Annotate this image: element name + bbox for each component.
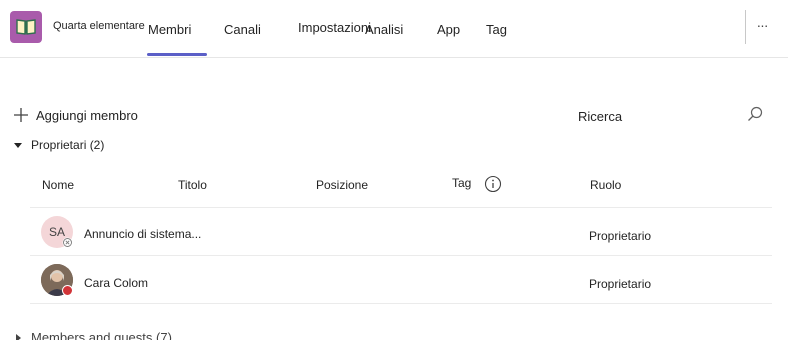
search-input[interactable]: Ricerca bbox=[578, 109, 622, 124]
team-name: Quarta elementare bbox=[53, 20, 145, 32]
member-role[interactable]: Proprietario bbox=[589, 277, 651, 291]
info-icon[interactable] bbox=[484, 175, 502, 193]
tab-apps[interactable]: App bbox=[437, 22, 460, 37]
offline-status-icon bbox=[62, 237, 73, 248]
team-header: Quarta elementare Membri Canali Impostaz… bbox=[0, 0, 788, 58]
header-divider bbox=[745, 10, 746, 44]
add-member-label: Aggiungi membro bbox=[36, 107, 138, 123]
row-divider bbox=[30, 303, 772, 304]
chevron-down-icon bbox=[14, 143, 22, 148]
column-header-tag[interactable]: Tag bbox=[452, 176, 471, 190]
member-role[interactable]: Proprietario bbox=[589, 229, 651, 243]
add-member-button[interactable]: Aggiungi membro bbox=[12, 105, 138, 125]
tab-members[interactable]: Membri bbox=[148, 22, 191, 37]
members-section-label: Members and guests (7) bbox=[31, 330, 172, 340]
tab-settings[interactable]: Impostazioni bbox=[298, 20, 371, 35]
search-icon[interactable] bbox=[746, 105, 764, 123]
column-header-title[interactable]: Titolo bbox=[178, 178, 207, 192]
column-header-location[interactable]: Posizione bbox=[316, 178, 368, 192]
member-name[interactable]: Cara Colom bbox=[84, 276, 148, 290]
book-icon bbox=[16, 19, 36, 35]
row-divider bbox=[30, 255, 772, 256]
member-name[interactable]: Annuncio di sistema... bbox=[84, 227, 201, 241]
more-options-button[interactable]: ··· bbox=[752, 16, 772, 36]
column-header-role[interactable]: Ruolo bbox=[590, 178, 621, 192]
busy-status-icon bbox=[62, 285, 73, 296]
chevron-right-icon bbox=[16, 333, 21, 340]
team-avatar[interactable] bbox=[10, 11, 42, 43]
plus-icon bbox=[14, 108, 28, 122]
row-divider bbox=[30, 207, 772, 208]
tab-tags[interactable]: Tag bbox=[486, 22, 507, 37]
members-section-toggle[interactable]: Members and guests (7) bbox=[12, 330, 172, 340]
tab-analytics[interactable]: Analisi bbox=[365, 22, 403, 37]
owners-section-toggle[interactable]: Proprietari (2) bbox=[12, 138, 104, 152]
owners-section-label: Proprietari (2) bbox=[31, 138, 105, 152]
column-header-name[interactable]: Nome bbox=[42, 178, 74, 192]
tab-channels[interactable]: Canali bbox=[224, 22, 261, 37]
active-tab-indicator bbox=[147, 53, 207, 56]
